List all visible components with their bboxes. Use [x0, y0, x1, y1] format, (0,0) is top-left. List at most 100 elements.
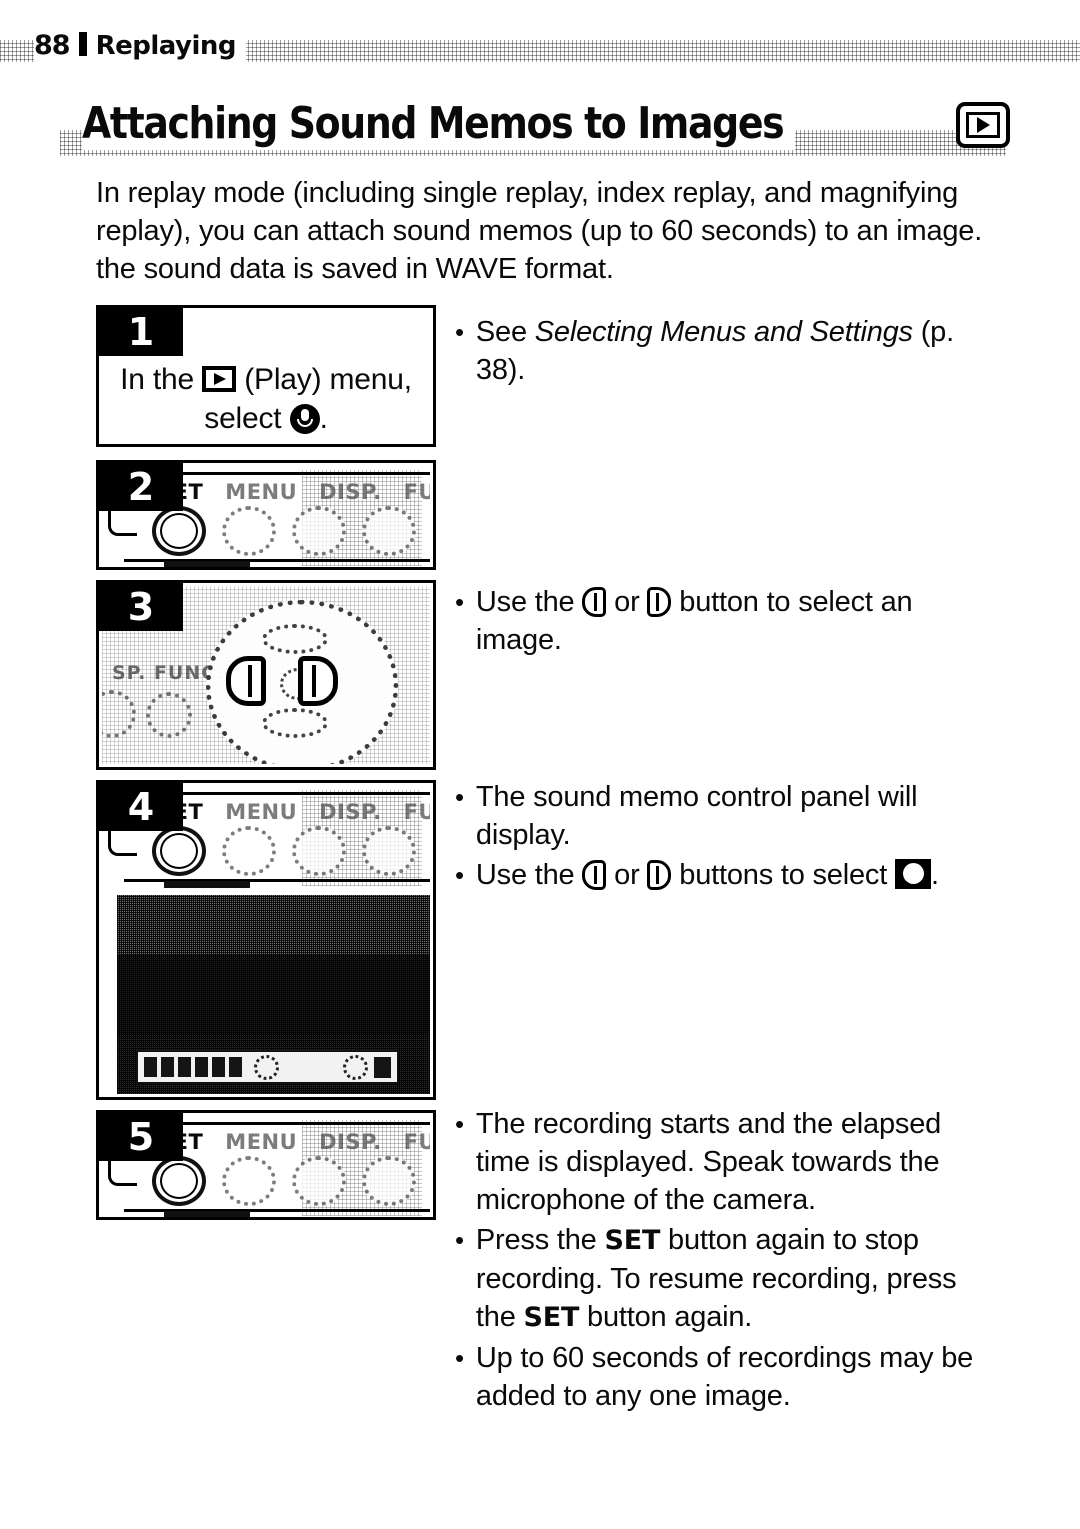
note-text: Use the or button to select an image. [476, 583, 1000, 659]
label-menu: MENU [225, 480, 298, 504]
panel-segment [211, 1057, 225, 1077]
set-button[interactable] [152, 1156, 206, 1206]
disp-button[interactable] [292, 1156, 346, 1206]
note-prefix: Use the [475, 859, 575, 891]
label-func: FUNC. [403, 480, 430, 504]
step-number-badge-5: 5 [99, 1113, 183, 1161]
dpad-left-icon [582, 587, 607, 617]
step-box-4: 4 SET MENU DISP. FUNC. [96, 780, 436, 1100]
step-number-badge-1: 1 [99, 308, 183, 356]
step-number-badge-4: 4 [99, 783, 183, 831]
list-item: • See Selecting Menus and Settings (p. 3… [455, 313, 1000, 389]
step-1-instruction: In the (Play) menu, select . [99, 360, 433, 438]
play-triangle-icon [976, 117, 990, 133]
sp-func-button-b[interactable] [146, 692, 192, 738]
microphone-icon [289, 404, 320, 434]
section-name: Replaying [95, 31, 237, 61]
dpad-right-button[interactable] [298, 656, 338, 706]
list-item: • Use the or button to select an image. [455, 583, 1000, 659]
panel-tail [335, 1054, 391, 1080]
disp-button[interactable] [292, 506, 346, 556]
label-menu: MENU [225, 1130, 298, 1154]
step-box-5: 5 SET MENU DISP. FUNC. [96, 1110, 436, 1220]
step-box-2: 2 SET MENU DISP. FUNC. [96, 460, 436, 570]
camera-bottom-notch [164, 881, 250, 888]
camera-button-labels: SET MENU DISP. FUNC. [158, 800, 430, 824]
bullet-icon: • [455, 1343, 464, 1373]
dpad-left-button[interactable] [226, 656, 266, 706]
bullet-icon: • [455, 587, 464, 617]
step-number-badge-3: 3 [99, 583, 183, 631]
play-mode-icon [956, 102, 1010, 148]
panel-segment [177, 1057, 191, 1077]
bullet-icon: • [455, 317, 464, 347]
step-box-1: 1 In the (Play) menu, select . [96, 305, 436, 447]
menu-button[interactable] [222, 506, 276, 556]
camera-buttons [152, 1156, 416, 1206]
disp-button[interactable] [292, 826, 346, 876]
func-button[interactable] [362, 1156, 416, 1206]
play-mode-icon-inner [966, 112, 1000, 138]
camera-bottom-notch [164, 561, 250, 567]
step-number-badge-2: 2 [99, 463, 183, 511]
sound-memo-control-panel[interactable] [135, 1050, 399, 1084]
note-text: Up to 60 seconds of recordings may be ad… [475, 1342, 974, 1412]
dpad-left-icon [582, 860, 607, 890]
note-part3: button again. [579, 1301, 753, 1333]
title-bar: Attaching Sound Memos to Images [60, 98, 1020, 162]
dpad-up-button[interactable] [262, 624, 328, 654]
camera-bottom-notch [164, 1211, 250, 1217]
list-item: • Use the or buttons to select . [455, 856, 1000, 894]
note-group-step1: • See Selecting Menus and Settings (p. 3… [455, 313, 1000, 391]
step1-line1-suffix: (Play) menu, [244, 363, 412, 396]
bullet-icon: • [455, 1109, 464, 1139]
note-text: Press the SET button again to stop recor… [476, 1221, 1000, 1337]
bullet-icon: • [455, 782, 464, 812]
list-item: • The sound memo control panel will disp… [455, 778, 1000, 854]
func-button[interactable] [362, 826, 416, 876]
label-func: FUNC. [403, 1130, 430, 1154]
menu-button[interactable] [222, 826, 276, 876]
list-item: • Press the SET button again to stop rec… [455, 1221, 1000, 1337]
running-header: 88 Replaying [0, 30, 1080, 64]
camera-button-labels: SET MENU DISP. FUNC. [158, 480, 430, 504]
panel-exit-icon[interactable] [373, 1056, 391, 1078]
label-disp: DISP. [319, 1130, 382, 1154]
note-text: See Selecting Menus and Settings (p. 38)… [476, 313, 1000, 389]
camera-button-labels: SET MENU DISP. FUNC. [158, 1130, 430, 1154]
panel-stop-icon[interactable] [342, 1054, 368, 1080]
note-middle: or [614, 586, 640, 618]
label-disp: DISP. [319, 480, 382, 504]
dpad-right-icon [647, 587, 672, 617]
set-keyword: SET [604, 1225, 661, 1256]
record-icon [894, 859, 931, 889]
func-button[interactable] [362, 506, 416, 556]
panel-segment [143, 1057, 157, 1077]
list-item: • The recording starts and the elapsed t… [455, 1105, 1000, 1219]
list-item: • Up to 60 seconds of recordings may be … [455, 1339, 1000, 1415]
note-group-step3: • Use the or button to select an image. [455, 583, 1000, 661]
menu-button[interactable] [222, 1156, 276, 1206]
intro-paragraph: In replay mode (including single replay,… [96, 174, 986, 288]
lcd-screen-photo [117, 895, 430, 1094]
set-button[interactable] [152, 506, 206, 556]
page-number: 88 [34, 30, 71, 61]
note-text: The recording starts and the elapsed tim… [475, 1108, 942, 1216]
note-suffix-before: buttons to select [679, 859, 888, 891]
panel-segment [160, 1057, 174, 1077]
note-prefix: Use the [475, 586, 575, 618]
note-suffix-after: . [930, 859, 939, 891]
step-box-3: 3 SP. FUNC. [96, 580, 436, 770]
camera-buttons [152, 826, 416, 876]
note-text: Use the or buttons to select . [476, 856, 1000, 894]
set-button[interactable] [152, 826, 206, 876]
note-text-a: See [475, 316, 535, 348]
panel-record-icon[interactable] [253, 1054, 279, 1080]
step1-line1-prefix: In the [120, 363, 194, 396]
dpad-down-button[interactable] [262, 708, 328, 738]
dpad-right-icon [647, 860, 672, 890]
header-divider-mark [78, 32, 87, 56]
page-title: Attaching Sound Memos to Images [82, 98, 796, 150]
camera-buttons [152, 506, 416, 556]
panel-segment [228, 1057, 242, 1077]
